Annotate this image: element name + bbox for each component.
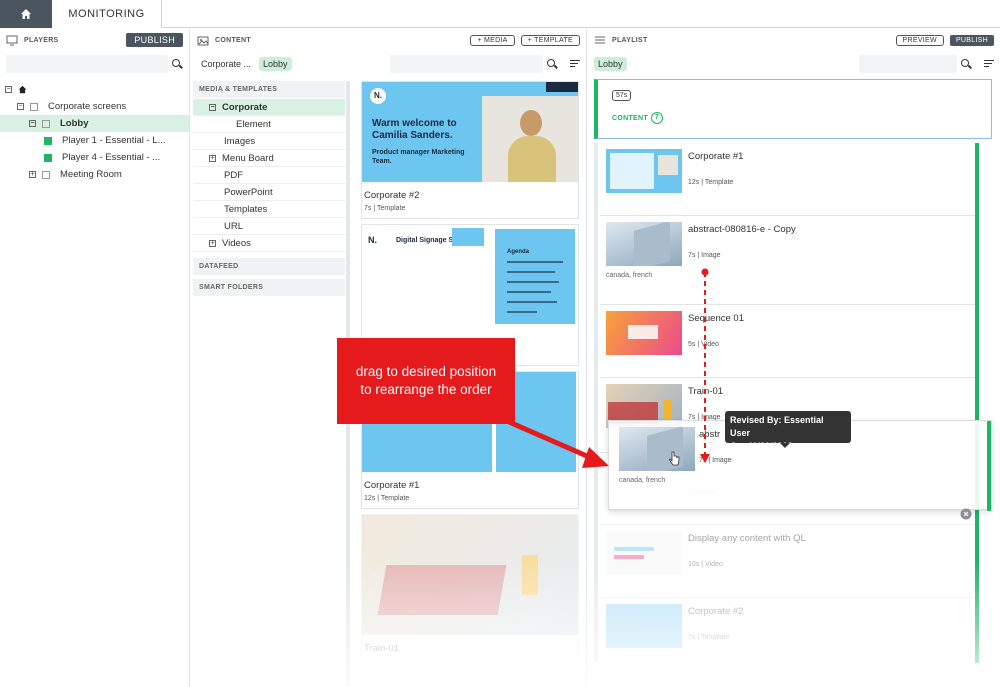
callout-arrow-line	[498, 415, 598, 463]
callout-arrowhead	[582, 447, 609, 468]
drag-path-arrowhead	[700, 454, 710, 463]
callout-line-2: to rearrange the order	[360, 382, 492, 397]
callout-line-1: drag to desired position	[355, 364, 497, 379]
instruction-callout: drag to desired position to rearrange th…	[337, 338, 515, 424]
